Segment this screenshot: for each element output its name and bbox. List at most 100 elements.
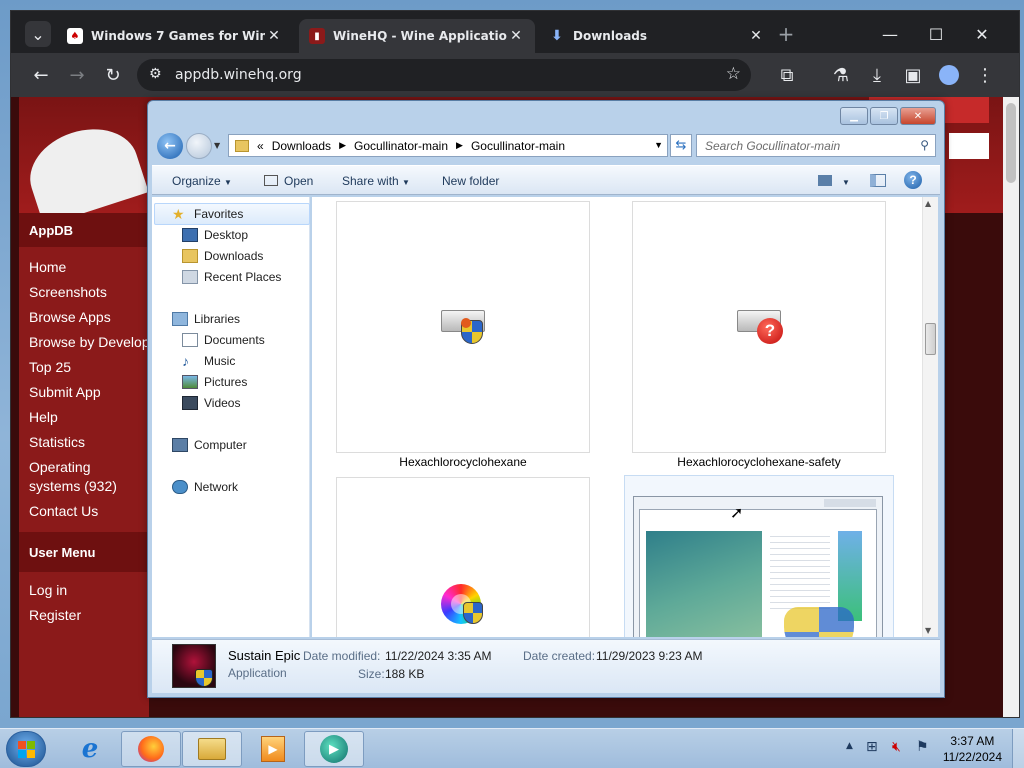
forward-icon[interactable]: → [63, 61, 91, 89]
sidebar-link-home[interactable]: Home [19, 255, 149, 280]
sidebar-link-log-in[interactable]: Log in [19, 578, 149, 603]
header-search-box[interactable] [949, 133, 989, 159]
nav-pictures[interactable]: Pictures [182, 375, 247, 389]
file-tile-hexachlorocyclohexane[interactable] [336, 201, 590, 453]
file-tile-app-preview[interactable] [624, 475, 894, 637]
view-dropdown-icon[interactable]: ▼ [842, 178, 850, 187]
tab-winehq[interactable]: ▮ WineHQ - Wine Application Da ✕ [299, 19, 535, 53]
sidebar-link-screenshots[interactable]: Screenshots [19, 280, 149, 305]
extensions-icon[interactable]: ⧉ [773, 61, 801, 89]
page-scrollbar-thumb[interactable] [1006, 103, 1016, 183]
menu-kebab-icon[interactable]: ⋮ [971, 61, 999, 89]
action-center-flag-icon[interactable]: ⚑ [916, 739, 929, 755]
sidebar-link-browse-apps[interactable]: Browse Apps [19, 305, 149, 330]
game-app-icon[interactable]: ▶ [304, 731, 364, 767]
back-icon[interactable]: ← [27, 61, 55, 89]
nav-network[interactable]: Network [172, 480, 238, 494]
explorer-titlebar[interactable]: ▁ ❐ ✕ [148, 101, 944, 129]
breadcrumb-separator-icon[interactable]: ▶ [456, 140, 463, 151]
forward-arrow-icon[interactable] [186, 133, 212, 159]
file-name-label[interactable]: Hexachlorocyclohexane-safety [632, 455, 886, 469]
file-tile-hexachlorocyclohexane-safety[interactable]: ? [632, 201, 886, 453]
search-icon[interactable]: ⚲ [920, 138, 929, 152]
share-with-button[interactable]: Share with ▼ [342, 174, 410, 188]
close-tab-icon[interactable]: ✕ [507, 28, 525, 44]
network-tray-icon[interactable]: ⊞ [866, 739, 878, 755]
scrollbar-thumb[interactable] [925, 323, 936, 355]
new-tab-button[interactable]: + [773, 21, 799, 47]
nav-music[interactable]: ♪ Music [182, 354, 235, 368]
profile-avatar-icon[interactable] [935, 61, 963, 89]
file-explorer-icon[interactable] [182, 731, 242, 767]
close-window-icon[interactable]: ✕ [969, 21, 995, 47]
file-name-label[interactable]: Hexachlorocyclohexane [336, 455, 590, 469]
explorer-close-icon[interactable]: ✕ [900, 107, 936, 125]
refresh-icon[interactable]: ⇆ [670, 134, 692, 157]
file-title: Sustain Epic [228, 648, 301, 663]
scroll-down-icon[interactable]: ▼ [925, 626, 931, 635]
preview-pane-button[interactable] [870, 174, 886, 190]
recent-pages-chevron-icon[interactable]: ▼ [214, 141, 220, 150]
system-clock[interactable]: 3:37 AM 11/22/2024 [943, 733, 1002, 765]
wine-glass-logo [19, 115, 149, 227]
explorer-restore-icon[interactable]: ❐ [870, 107, 898, 125]
breadcrumb-separator-icon[interactable]: ▶ [339, 140, 346, 151]
media-player-icon[interactable]: ▶ [243, 731, 303, 767]
breadcrumb-overflow[interactable]: « [257, 139, 264, 153]
maximize-icon[interactable]: ☐ [923, 21, 949, 47]
address-bar[interactable]: ⚙ appdb.winehq.org ☆ [137, 59, 751, 91]
internet-explorer-icon[interactable]: e [60, 731, 120, 767]
nav-favorites[interactable]: ★ Favorites [172, 207, 243, 221]
nav-videos[interactable]: Videos [182, 396, 240, 410]
new-folder-button[interactable]: New folder [442, 174, 499, 188]
nav-documents[interactable]: Documents [182, 333, 265, 347]
sidebar-link-contact-us[interactable]: Contact Us [19, 499, 149, 524]
sidebar-link-submit-app[interactable]: Submit App [19, 380, 149, 405]
bookmark-star-icon[interactable]: ☆ [726, 64, 741, 84]
show-desktop-button[interactable] [1012, 729, 1024, 768]
site-info-icon[interactable]: ⚙ [149, 66, 162, 82]
explorer-search-input[interactable]: Search Gocullinator-main ⚲ [696, 134, 936, 157]
reload-icon[interactable]: ↻ [99, 61, 127, 89]
breadcrumb-gocullinator-main[interactable]: Gocullinator-main [354, 139, 448, 153]
nav-computer[interactable]: Computer [172, 438, 247, 452]
explorer-minimize-icon[interactable]: ▁ [840, 107, 868, 125]
sidebar-link-browse-by-developer[interactable]: Browse by Developer [19, 330, 149, 355]
breadcrumb-gocullinator-main-current[interactable]: Gocullinator-main [471, 139, 565, 153]
show-hidden-icons-icon[interactable]: ▲ [846, 741, 853, 751]
nav-downloads[interactable]: Downloads [182, 249, 263, 263]
close-tab-icon[interactable]: ✕ [747, 28, 765, 44]
scroll-up-icon[interactable]: ▲ [925, 199, 931, 208]
volume-muted-icon[interactable]: 🔇︎ [892, 739, 901, 755]
change-view-button[interactable]: ▼ [818, 174, 850, 188]
breadcrumb-downloads[interactable]: Downloads [272, 139, 331, 153]
open-button[interactable]: Open [264, 174, 313, 188]
nav-desktop[interactable]: Desktop [182, 228, 248, 242]
firefox-icon[interactable] [121, 731, 181, 767]
address-dropdown-icon[interactable]: ▼ [654, 140, 663, 150]
minimize-icon[interactable]: — [877, 21, 903, 47]
page-scrollbar[interactable] [1003, 97, 1019, 717]
sidebar-link-help[interactable]: Help [19, 405, 149, 430]
file-list-scrollbar[interactable]: ▲ ▼ [922, 197, 938, 637]
sidebar-link-operating-systems[interactable]: Operating systems (932) [19, 455, 149, 499]
file-tile-color-app[interactable] [336, 477, 590, 637]
back-arrow-icon[interactable]: ← [157, 133, 183, 159]
nav-libraries[interactable]: Libraries [172, 312, 240, 326]
tab-search-button[interactable]: ⌄ [25, 21, 51, 47]
sidebar-link-statistics[interactable]: Statistics [19, 430, 149, 455]
file-type: Application [228, 666, 287, 680]
sidebar-link-top-25[interactable]: Top 25 [19, 355, 149, 380]
tab-downloads[interactable]: ⬇ Downloads ✕ [539, 19, 775, 53]
side-panel-icon[interactable]: ▣ [899, 61, 927, 89]
nav-recent-places[interactable]: Recent Places [182, 270, 281, 284]
labs-flask-icon[interactable]: ⚗ [827, 61, 855, 89]
close-tab-icon[interactable]: ✕ [265, 28, 283, 44]
help-button[interactable]: ? [904, 171, 922, 189]
tab-windows-7-games[interactable]: ♠ Windows 7 Games for Window ✕ [57, 19, 293, 53]
organize-button[interactable]: Organize ▼ [172, 174, 232, 188]
sidebar-link-register[interactable]: Register [19, 603, 149, 628]
start-button-orb-icon[interactable] [6, 731, 46, 767]
downloads-icon[interactable]: ⤓ [863, 61, 891, 89]
explorer-address-bar[interactable]: « Downloads ▶ Gocullinator-main ▶ Gocull… [228, 134, 668, 157]
